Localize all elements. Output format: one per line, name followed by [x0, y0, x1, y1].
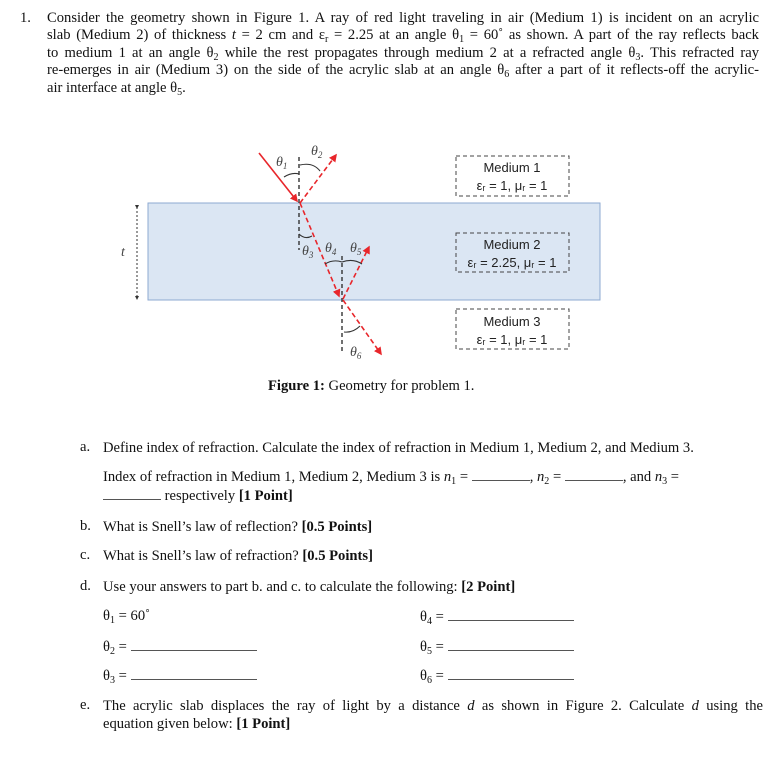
- part-a-answer: Index of refraction in Medium 1, Medium …: [103, 468, 680, 504]
- part-d-letter: d.: [80, 578, 91, 594]
- theta6-equation: θ6 =: [420, 667, 574, 686]
- n3-blank[interactable]: [103, 487, 161, 500]
- part-e-letter: e.: [80, 697, 91, 713]
- theta5-equation: θ5 =: [420, 638, 574, 657]
- theta2-blank[interactable]: [130, 638, 257, 651]
- theta3-equation: θ3 =: [103, 667, 257, 686]
- angle-label-theta1: θ1: [276, 155, 287, 171]
- theta1-equation: θ1 = 60˚: [103, 608, 150, 626]
- angle-arc-theta6: [343, 325, 361, 333]
- part-b-question: What is Snell’s law of reflection? [0.5 …: [103, 519, 373, 535]
- medium-3-props: εᵣ = 1, μᵣ = 1: [477, 332, 548, 347]
- medium-1-box: Medium 1 εᵣ = 1, μᵣ = 1: [455, 155, 570, 197]
- question-line-4: re-emerges in air (Medium 3) on the side…: [47, 62, 759, 81]
- theta6-blank[interactable]: [447, 667, 574, 680]
- part-a-question: Define index of refraction. Calculate th…: [103, 440, 694, 456]
- geometry-diagram: t θ1 θ2 θ3 θ4 θ5 θ6 Medium 1 εᵣ = 1, μᵣ …: [121, 144, 601, 361]
- question-number: 1.: [20, 10, 31, 26]
- theta2-equation: θ2 =: [103, 638, 257, 657]
- part-c-question: What is Snell’s law of refraction? [0.5 …: [103, 548, 373, 564]
- transmitted-ray: [342, 299, 382, 356]
- medium-2-props: εᵣ = 2.25, μᵣ = 1: [468, 255, 557, 270]
- question-line-2: slab (Medium 2) of thickness t = 2 cm an…: [47, 27, 759, 46]
- thickness-label: t: [121, 245, 126, 260]
- theta4-blank[interactable]: [447, 608, 574, 621]
- part-e-question: The acrylic slab displaces the ray of li…: [103, 698, 763, 732]
- question-text: Consider the geometry shown in Figure 1.…: [47, 10, 759, 97]
- angle-label-theta2: θ2: [311, 144, 323, 160]
- medium-3-box: Medium 3 εᵣ = 1, μᵣ = 1: [455, 308, 570, 350]
- part-c-letter: c.: [80, 547, 91, 563]
- medium-1-props: εᵣ = 1, μᵣ = 1: [477, 178, 548, 193]
- angle-label-theta6: θ6: [350, 345, 362, 361]
- part-d-question: Use your answers to part b. and c. to ca…: [103, 579, 516, 595]
- theta1-value: 60˚: [130, 608, 150, 624]
- n1-blank[interactable]: [471, 468, 530, 481]
- question-line-3: to medium 1 at an angle θ2 while the res…: [47, 44, 759, 63]
- theta3-blank[interactable]: [130, 667, 257, 680]
- reflected-ray-1: [299, 153, 337, 204]
- part-a-letter: a.: [80, 439, 91, 455]
- theta5-blank[interactable]: [447, 638, 574, 651]
- medium-1-name: Medium 1: [483, 160, 540, 175]
- figure-caption: Figure 1: Geometry for problem 1.: [268, 378, 475, 394]
- angle-arc-theta1: [283, 172, 300, 178]
- medium-2-name: Medium 2: [483, 237, 540, 252]
- question-line-1: Consider the geometry shown in Figure 1.…: [47, 10, 759, 26]
- part-b-letter: b.: [80, 518, 91, 534]
- theta4-equation: θ4 =: [420, 608, 574, 627]
- figure-1: t θ1 θ2 θ3 θ4 θ5 θ6 Medium 1 εᵣ = 1, μᵣ …: [0, 140, 777, 380]
- medium-3-name: Medium 3: [483, 314, 540, 329]
- question-line-5: air interface at angle θ5.: [47, 79, 186, 98]
- angle-arc-theta2: [299, 163, 321, 172]
- n2-blank[interactable]: [564, 468, 623, 481]
